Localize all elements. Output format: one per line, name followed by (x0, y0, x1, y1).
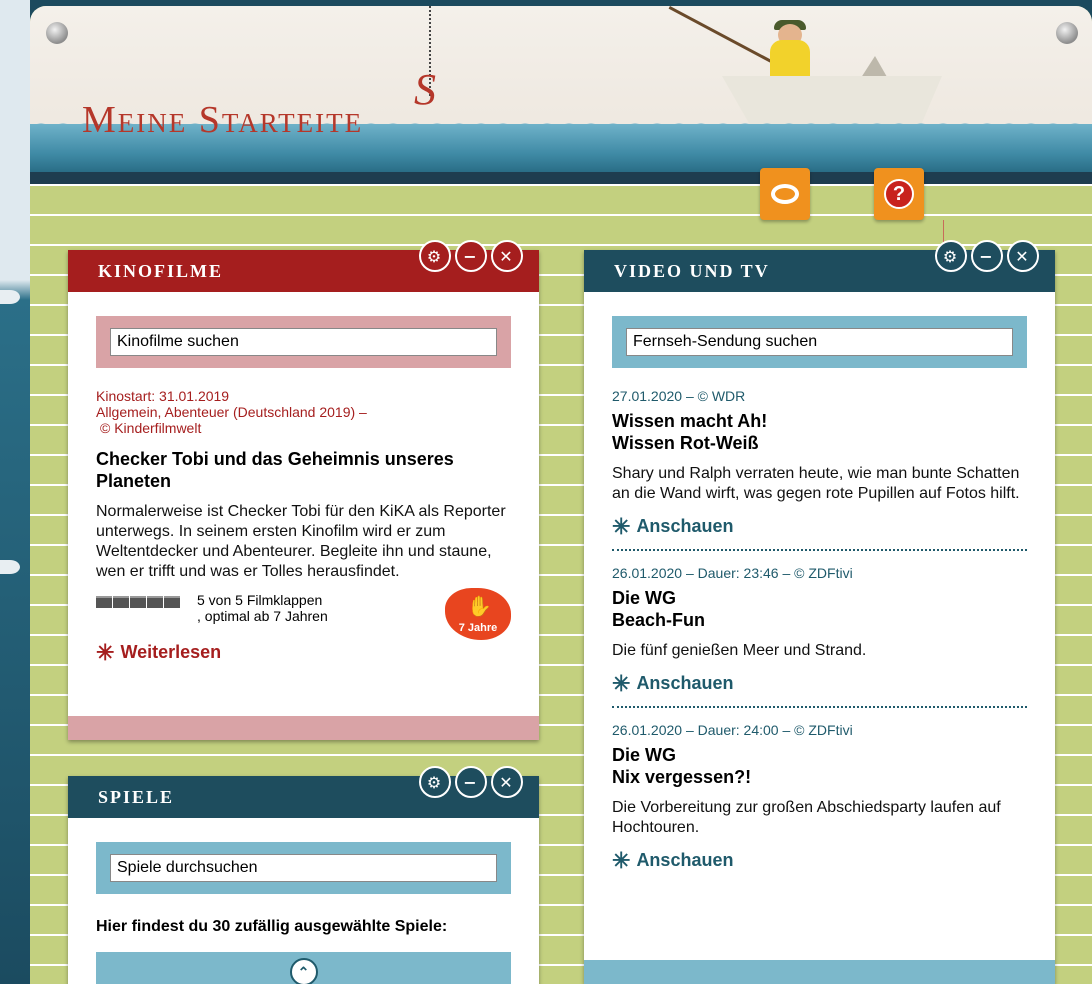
film-clap-icon (147, 596, 163, 608)
movie-title[interactable]: Checker Tobi und das Geheimnis unseres P… (96, 448, 511, 492)
tv-item-description: Shary und Ralph verraten heute, wie man … (612, 465, 1020, 502)
page-background: Meine Starteite S ? Kinofilme ⚙ − ✕ Kino… (30, 6, 1092, 984)
film-clap-icon (96, 596, 112, 608)
spiele-controls: ⚙ − ✕ (419, 766, 523, 798)
minimize-icon[interactable]: − (455, 240, 487, 272)
wave-decoration (0, 560, 20, 574)
asterisk-icon: ✳ (96, 639, 115, 665)
tv-item-show[interactable]: Wissen macht Ah! (612, 410, 1027, 432)
tv-item-description: Die fünf genießen Meer und Strand. (612, 642, 867, 659)
video-tv-footer (584, 960, 1055, 984)
video-tv-content: 27.01.2020 – © WDR Wissen macht Ah! Wiss… (584, 368, 1055, 871)
hands-icon: ✋ (467, 596, 492, 618)
fishing-rod (668, 6, 785, 70)
tv-item-meta: 27.01.2020 – © WDR (612, 388, 746, 404)
tv-item-description: Die Vorbereitung zur großen Abschiedspar… (612, 799, 1001, 836)
spiele-search-input[interactable] (110, 854, 497, 882)
spiele-title: Spiele (98, 786, 175, 807)
watch-label: Anschauen (636, 673, 734, 693)
asterisk-icon: ✳ (612, 670, 631, 696)
rating-text: 5 von 5 Filmklappen , optimal ab 7 Jahre… (197, 592, 328, 624)
video-tv-title: Video und TV (614, 260, 770, 281)
tv-item: 26.01.2020 – Dauer: 23:46 – © ZDFtivi Di… (612, 565, 1027, 694)
film-clap-icon (164, 596, 180, 608)
wave-decoration (0, 290, 20, 304)
item-divider (612, 706, 1027, 708)
film-clap-icon (130, 596, 146, 608)
kinofilme-controls: ⚙ − ✕ (419, 240, 523, 272)
logo-text: Meine Start (82, 99, 297, 141)
spiele-carousel: ⌃ (96, 952, 511, 984)
kinofilme-search-input[interactable] (110, 328, 497, 356)
watch-link[interactable]: ✳ Anschauen (612, 670, 1027, 696)
movie-copyright: © Kinderfilmwelt (100, 420, 202, 436)
kinofilme-header: Kinofilme ⚙ − ✕ (68, 240, 539, 292)
minimize-icon[interactable]: − (971, 240, 1003, 272)
spiele-intro: Hier findest du 30 zufällig ausgewählte … (96, 918, 448, 935)
header-banner: Meine Starteite S (30, 6, 1092, 184)
watch-label: Anschauen (636, 850, 734, 870)
tv-item-episode[interactable]: Beach-Fun (612, 609, 1027, 631)
video-tv-controls: ⚙ − ✕ (935, 240, 1039, 272)
age-badge-label: 7 Jahre (458, 622, 498, 634)
kinofilme-footer (68, 716, 539, 740)
video-tv-search-box (612, 316, 1027, 368)
watch-link[interactable]: ✳ Anschauen (612, 847, 1027, 873)
asterisk-icon: ✳ (612, 513, 631, 539)
age-rating-badge: ✋ 7 Jahre (445, 588, 511, 640)
logo-hanging-s: S (414, 65, 438, 114)
tv-item-meta: 26.01.2020 – Dauer: 24:00 – © ZDFtivi (612, 722, 853, 738)
left-decoration (0, 0, 30, 984)
rating-line-2: , optimal ab 7 Jahren (197, 608, 328, 624)
screw-icon (1056, 22, 1078, 44)
rating-line-1: 5 von 5 Filmklappen (197, 592, 323, 608)
read-more-link[interactable]: ✳ Weiterlesen (96, 639, 511, 665)
site-logo[interactable]: Meine Starteite S (82, 65, 436, 142)
kinofilme-search-box (96, 316, 511, 368)
header-bottom-bar (30, 172, 1092, 184)
spiele-header: Spiele ⚙ − ✕ (68, 766, 539, 818)
tv-item-episode[interactable]: Wissen Rot-Weiß (612, 432, 1027, 454)
tv-item-episode[interactable]: Nix vergessen?! (612, 766, 1027, 788)
scroll-up-button[interactable]: ⌃ (289, 958, 318, 984)
asterisk-icon: ✳ (612, 847, 631, 873)
movie-description: Normalerweise ist Checker Tobi für den K… (96, 503, 506, 580)
watch-link[interactable]: ✳ Anschauen (612, 513, 1027, 539)
logo-rest: eite (296, 99, 364, 141)
read-more-label: Weiterlesen (120, 642, 222, 662)
kinostart-date: Kinostart: 31.01.2019 (96, 388, 230, 404)
minimize-icon[interactable]: − (455, 766, 487, 798)
tv-item-meta: 26.01.2020 – Dauer: 23:46 – © ZDFtivi (612, 565, 853, 581)
close-icon[interactable]: ✕ (491, 240, 523, 272)
video-tv-search-input[interactable] (626, 328, 1013, 356)
tv-item: 26.01.2020 – Dauer: 24:00 – © ZDFtivi Di… (612, 722, 1027, 871)
tv-item-show[interactable]: Die WG (612, 744, 1027, 766)
palette-icon (771, 184, 799, 204)
tv-item: 27.01.2020 – © WDR Wissen macht Ah! Wiss… (612, 388, 1027, 537)
settings-icon[interactable]: ⚙ (935, 240, 967, 272)
close-icon[interactable]: ✕ (1007, 240, 1039, 272)
item-divider (612, 549, 1027, 551)
question-icon: ? (884, 179, 914, 209)
help-button[interactable]: ? (874, 168, 924, 220)
film-clap-icon (113, 596, 129, 608)
kinofilme-content: Kinostart: 31.01.2019 Allgemein, Abenteu… (68, 368, 539, 663)
screw-icon (46, 22, 68, 44)
tv-item-show[interactable]: Die WG (612, 587, 1027, 609)
watch-label: Anschauen (636, 516, 734, 536)
spiele-content: Hier findest du 30 zufällig ausgewählte … (68, 894, 539, 936)
movie-genre: Allgemein, Abenteuer (Deutschland 2019) … (96, 404, 367, 420)
spiele-search-box (96, 842, 511, 894)
settings-icon[interactable]: ⚙ (419, 766, 451, 798)
kinofilme-widget: Kinofilme ⚙ − ✕ Kinostart: 31.01.2019 Al… (68, 240, 539, 740)
settings-icon[interactable]: ⚙ (419, 240, 451, 272)
video-tv-header: Video und TV ⚙ − ✕ (584, 240, 1055, 292)
close-icon[interactable]: ✕ (491, 766, 523, 798)
movie-rating: 5 von 5 Filmklappen , optimal ab 7 Jahre… (96, 588, 511, 640)
kinofilme-title: Kinofilme (98, 260, 224, 281)
customize-button[interactable] (760, 168, 810, 220)
video-tv-widget: Video und TV ⚙ − ✕ 27.01.2020 – © WDR Wi… (584, 240, 1055, 984)
spiele-widget: Spiele ⚙ − ✕ Hier findest du 30 zufällig… (68, 766, 539, 984)
